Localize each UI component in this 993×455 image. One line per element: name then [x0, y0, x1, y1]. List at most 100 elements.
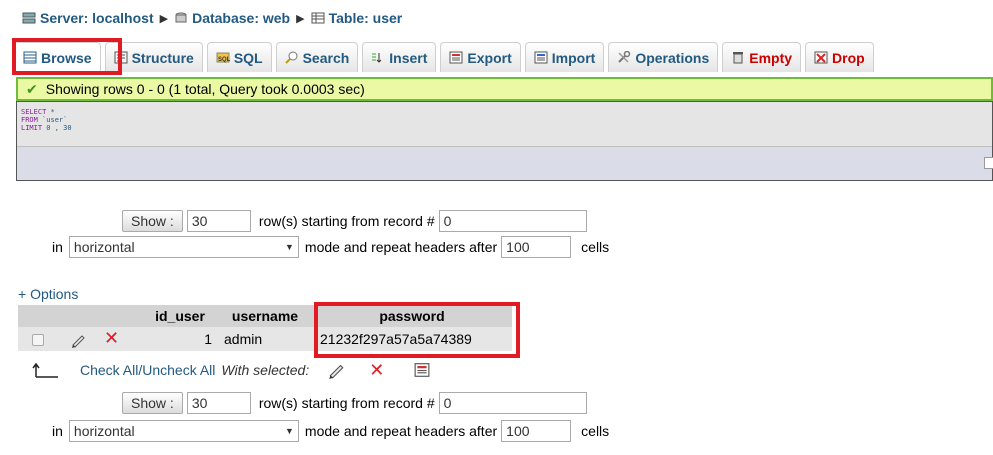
- chevron-down-icon: ▼: [284, 426, 294, 436]
- tab-label: SQL: [233, 49, 263, 66]
- tab-structure[interactable]: Structure: [104, 42, 203, 72]
- actions-header: [18, 305, 142, 327]
- browse-icon: [23, 51, 37, 64]
- start-record-input[interactable]: 0: [438, 392, 587, 414]
- tab-drop[interactable]: Drop: [805, 42, 874, 72]
- database-icon: [175, 12, 187, 23]
- delete-icon[interactable]: ✕: [369, 361, 384, 379]
- trash-icon: [733, 52, 744, 64]
- check-all-link[interactable]: Check All: [80, 362, 138, 378]
- breadcrumb-database[interactable]: Database: web: [192, 10, 290, 26]
- cell-id-user: 1: [142, 327, 218, 351]
- options-link[interactable]: + Options: [18, 286, 78, 302]
- cell-password: 21232f297a57a5a74389: [312, 327, 512, 351]
- pencil-icon[interactable]: [70, 332, 86, 348]
- display-mode-value: horizontal: [73, 239, 135, 255]
- tab-label: Empty: [749, 49, 793, 66]
- cell-username: admin: [218, 327, 312, 351]
- repeat-headers-input[interactable]: 100: [501, 236, 572, 258]
- breadcrumb-server[interactable]: Server: localhost: [40, 10, 154, 26]
- display-mode-select[interactable]: horizontal ▼: [68, 236, 299, 258]
- row-delete-cell: ✕: [98, 327, 142, 351]
- sql-text: 0 , 30: [42, 124, 72, 132]
- row-edit-cell: [58, 327, 98, 351]
- repeat-headers-input[interactable]: 100: [501, 420, 572, 442]
- uncheck-all-link[interactable]: Uncheck All: [142, 362, 215, 378]
- wrench-icon: [618, 51, 631, 63]
- tab-label: Insert: [389, 49, 428, 66]
- results-table: id_user username password ✕ 1 admin 2123…: [18, 305, 512, 351]
- mode-text: mode and repeat headers after: [304, 239, 498, 255]
- sql-keyword: FROM: [21, 116, 38, 124]
- tab-import[interactable]: Import: [524, 42, 605, 72]
- sql-text: *: [46, 108, 55, 116]
- breadcrumb-table[interactable]: Table: user: [329, 10, 403, 26]
- profiling-checkbox[interactable]: [984, 157, 993, 169]
- nav-top-row2: in horizontal ▼ mode and repeat headers …: [52, 236, 609, 258]
- table-icon: [311, 12, 325, 24]
- insert-icon: [372, 53, 382, 63]
- drop-icon: [814, 51, 828, 64]
- message-text: Showing rows 0 - 0 (1 total, Query took …: [45, 81, 365, 97]
- tab-label: Browse: [41, 49, 92, 66]
- tab-browse[interactable]: Browse: [14, 42, 101, 72]
- column-header-id-user[interactable]: id_user: [142, 305, 218, 327]
- export-icon[interactable]: [414, 362, 430, 378]
- sql-keyword: SELECT: [21, 108, 47, 116]
- table-row: ✕ 1 admin 21232f297a57a5a74389: [18, 327, 512, 351]
- sql-text: `user`: [37, 116, 68, 124]
- chevron-down-icon: ▼: [284, 242, 294, 252]
- row-select-cell: [18, 327, 58, 351]
- server-icon: [22, 12, 36, 24]
- structure-icon: [114, 51, 128, 64]
- in-text: in: [52, 239, 63, 255]
- show-button[interactable]: Show :: [122, 392, 183, 414]
- tab-sql[interactable]: SQL SQL: [206, 42, 272, 72]
- search-icon: [284, 51, 298, 64]
- cells-text: cells: [581, 423, 610, 439]
- nav-top-row1: Show : 30 row(s) starting from record # …: [122, 210, 587, 232]
- display-mode-value: horizontal: [73, 423, 135, 439]
- sql-toolbar: [17, 146, 993, 180]
- tab-label: Operations: [635, 49, 710, 66]
- tab-label: Import: [551, 49, 596, 66]
- delete-icon[interactable]: ✕: [104, 328, 119, 348]
- show-button[interactable]: Show :: [122, 210, 183, 232]
- import-icon: [534, 51, 548, 64]
- tab-search[interactable]: Search: [275, 42, 359, 72]
- sql-query: SELECT * FROM `user` LIMIT 0 , 30: [21, 108, 72, 132]
- rows-text: row(s) starting from record #: [258, 395, 435, 411]
- column-header-username[interactable]: username: [218, 305, 312, 327]
- success-message: ✔ Showing rows 0 - 0 (1 total, Query too…: [16, 77, 993, 101]
- chevron-right-icon: ▶: [296, 12, 305, 25]
- column-header-password[interactable]: password: [312, 305, 512, 327]
- tab-empty[interactable]: Empty: [722, 42, 802, 72]
- tab-operations[interactable]: Operations: [608, 42, 719, 72]
- checkmark-icon: ✔: [26, 80, 38, 97]
- row-checkbox[interactable]: [32, 334, 44, 347]
- sql-query-box: SELECT * FROM `user` LIMIT 0 , 30: [16, 101, 993, 181]
- breadcrumb: Server: localhost ▶ Database: web ▶ Tabl…: [22, 7, 402, 29]
- tab-insert[interactable]: Insert: [362, 42, 437, 72]
- tab-label: Export: [467, 49, 512, 66]
- tab-bar: Browse Structure SQL SQL Search Insert E…: [14, 38, 878, 74]
- display-mode-select[interactable]: horizontal ▼: [68, 420, 299, 442]
- chevron-right-icon: ▶: [159, 12, 169, 25]
- rows-text: row(s) starting from record #: [258, 213, 435, 229]
- arrow-up-icon: [32, 362, 58, 378]
- rows-count-input[interactable]: 30: [186, 392, 251, 414]
- tab-export[interactable]: Export: [440, 42, 521, 72]
- pencil-icon[interactable]: [327, 361, 345, 379]
- export-icon: [449, 51, 463, 64]
- rows-count-input[interactable]: 30: [186, 210, 251, 232]
- sql-keyword: LIMIT: [21, 124, 43, 132]
- nav-bottom-row1: Show : 30 row(s) starting from record # …: [122, 392, 587, 414]
- start-record-input[interactable]: 0: [438, 210, 587, 232]
- options-row: + Options: [18, 286, 78, 302]
- nav-bottom-row2: in horizontal ▼ mode and repeat headers …: [52, 420, 609, 442]
- table-header-row: id_user username password: [18, 305, 512, 327]
- tab-label: Drop: [832, 49, 865, 66]
- tab-label: Search: [302, 49, 350, 66]
- tab-label: Structure: [131, 49, 194, 66]
- in-text: in: [52, 423, 63, 439]
